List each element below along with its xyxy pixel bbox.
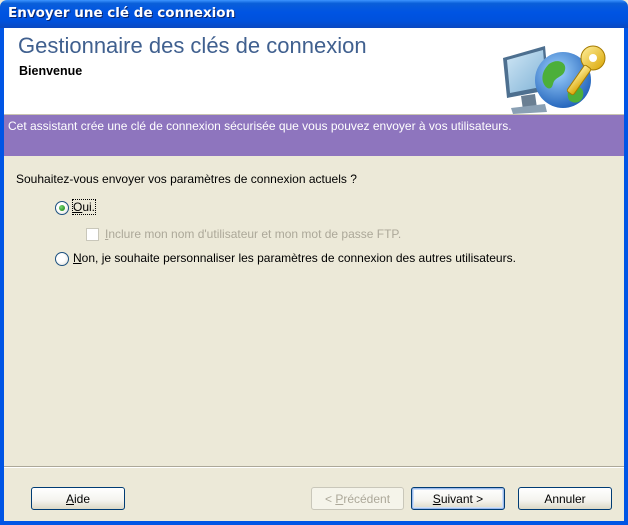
window-frame-right: [624, 28, 628, 525]
help-text: ide: [74, 491, 91, 506]
cancel-button[interactable]: Annuler: [518, 487, 612, 510]
title-bar[interactable]: Envoyer une clé de connexion: [0, 0, 628, 28]
header-subtitle: Bienvenue: [19, 64, 83, 78]
radio-yes-label[interactable]: Oui.: [71, 199, 97, 215]
next-text: uivant >: [440, 491, 484, 506]
previous-prefix: <: [324, 491, 336, 506]
next-button[interactable]: Suivant >: [411, 487, 505, 510]
banner-text: Cet assistant crée une clé de connexion …: [8, 119, 512, 133]
previous-text: récédent: [343, 491, 391, 506]
radio-yes-mnemonic: O: [73, 200, 83, 214]
include-credentials-label[interactable]: Inclure mon nom d'utilisateur et mon mot…: [105, 227, 401, 241]
radio-yes-text: ui.: [82, 200, 96, 214]
info-banner: Cet assistant crée une clé de connexion …: [4, 115, 624, 156]
cancel-text: Annuler: [544, 491, 586, 506]
question-label: Souhaitez-vous envoyer vos paramètres de…: [16, 172, 357, 186]
help-mnemonic: A: [65, 491, 74, 506]
wizard-body: [4, 156, 624, 466]
radio-no-text: on, je souhaite personnaliser les paramè…: [81, 251, 516, 265]
window-title: Envoyer une clé de connexion: [8, 5, 236, 21]
include-credentials-checkbox[interactable]: [86, 228, 99, 241]
previous-button[interactable]: < Précédent: [311, 487, 404, 510]
include-credentials-text: nclure mon nom d'utilisateur et mon mot …: [108, 227, 402, 241]
window-frame-bottom: [0, 521, 628, 525]
computer-globe-key-icon: [503, 45, 606, 114]
wizard-header: Gestionnaire des clés de connexion Bienv…: [4, 28, 624, 115]
radio-no[interactable]: [55, 252, 69, 266]
help-button[interactable]: Aide: [31, 487, 125, 510]
window-frame-left: [0, 28, 4, 525]
header-title: Gestionnaire des clés de connexion: [18, 33, 367, 58]
radio-selected-dot: [59, 205, 65, 211]
footer-divider: [4, 466, 624, 468]
radio-yes[interactable]: [55, 201, 69, 215]
radio-no-label[interactable]: Non, je souhaite personnaliser les param…: [73, 251, 516, 265]
radio-no-mnemonic: N: [73, 251, 82, 265]
next-mnemonic: S: [432, 491, 441, 506]
wizard-window: Envoyer une clé de connexion Gestionnair…: [0, 0, 628, 525]
